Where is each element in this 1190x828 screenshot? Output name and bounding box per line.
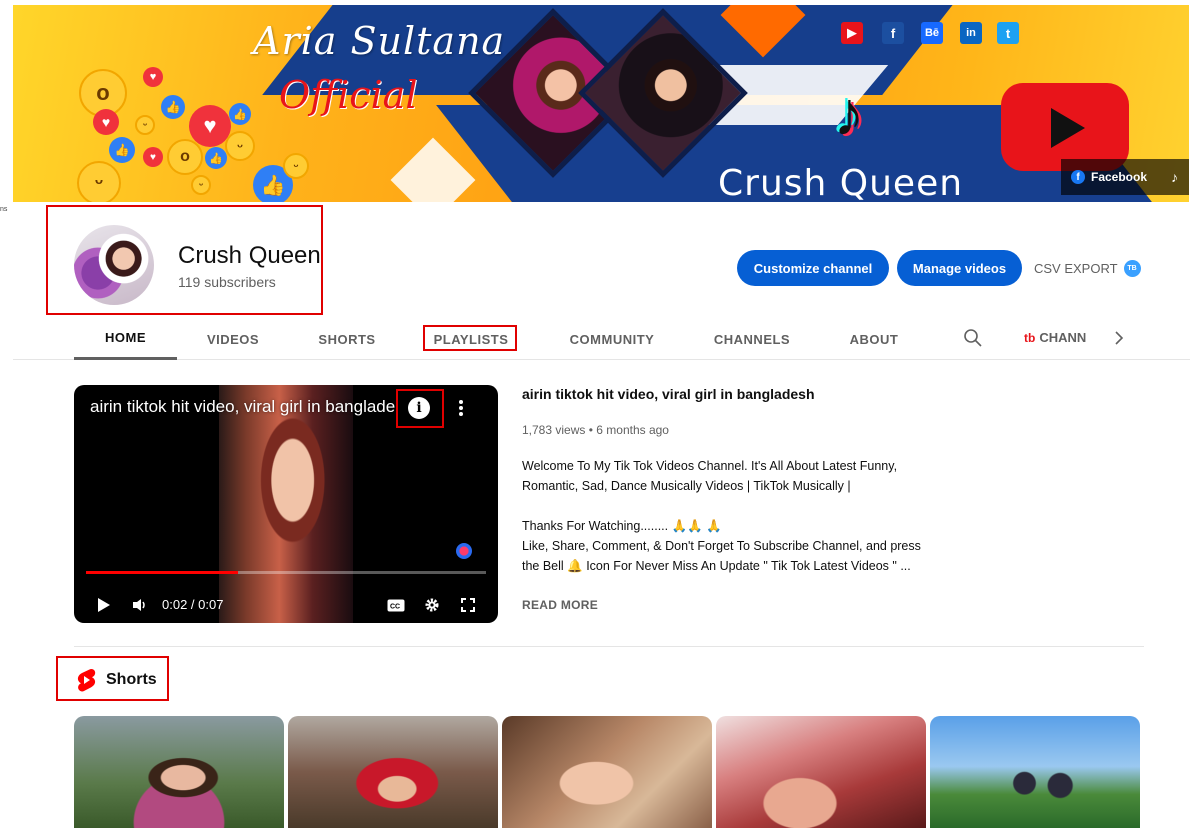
- featured-video-title[interactable]: airin tiktok hit video, viral girl in ba…: [522, 386, 815, 402]
- youtube-logo-icon: [1001, 83, 1129, 171]
- video-player[interactable]: airin tiktok hit video, viral girl in ba…: [74, 385, 498, 623]
- chevron-right-icon[interactable]: [1109, 328, 1129, 348]
- tab-shorts[interactable]: SHORTS: [305, 318, 389, 360]
- banner-link-label[interactable]: Facebook: [1091, 170, 1147, 184]
- laugh-emoji-icon: ᵕ: [135, 115, 155, 135]
- banner-name: Crush Queen: [718, 163, 964, 202]
- banner-stripe: [390, 137, 476, 202]
- channel-banner: o ♥ 👍 ♥ ᵕ ♥ 👍 👍 ♥ o 👍 ᵕ ᵕ ᵕ 👍 ᵕ Aria Sul…: [13, 5, 1189, 202]
- view-count: 1,783 views: [522, 423, 586, 437]
- tab-about[interactable]: ABOUT: [843, 318, 905, 360]
- subscriber-count: 119 subscribers: [178, 273, 276, 290]
- tubebuddy-icon: tb: [1024, 330, 1036, 345]
- progress-bar[interactable]: [86, 571, 486, 574]
- info-icon[interactable]: i: [408, 397, 430, 419]
- featured-video-description: Welcome To My Tik Tok Videos Channel. It…: [522, 459, 921, 573]
- featured-video-meta: 1,783 views • 6 months ago: [522, 423, 669, 437]
- short-thumbnail[interactable]: [502, 716, 712, 828]
- upload-age: 6 months ago: [596, 423, 669, 437]
- banner-subtitle: Official: [279, 73, 418, 117]
- channel-tabs: HOME VIDEOS SHORTS PLAYLISTS COMMUNITY C…: [13, 318, 1190, 360]
- tab-community[interactable]: COMMUNITY: [561, 318, 663, 360]
- like-emoji-icon: 👍: [161, 95, 185, 119]
- shorts-heading: Shorts: [106, 671, 157, 688]
- banner-links[interactable]: f Facebook ♪: [1061, 159, 1189, 195]
- tab-playlists[interactable]: PLAYLISTS: [425, 318, 517, 360]
- read-more-link[interactable]: READ MORE: [522, 598, 598, 612]
- video-time: 0:02 / 0:07: [162, 597, 224, 612]
- video-frame: [219, 385, 353, 623]
- channel-avatar[interactable]: [74, 225, 154, 305]
- fullscreen-icon[interactable]: [458, 593, 478, 617]
- laugh-emoji-icon: ᵕ: [77, 161, 121, 202]
- youtube-icon: ▶: [841, 22, 863, 44]
- like-emoji-icon: 👍: [229, 103, 251, 125]
- search-icon[interactable]: [963, 328, 983, 348]
- channel-name: Crush Queen: [178, 241, 321, 269]
- tab-home[interactable]: HOME: [74, 318, 177, 360]
- facebook-icon: f: [1071, 170, 1085, 184]
- tubebuddy-icon: TB: [1123, 260, 1141, 277]
- more-options-icon[interactable]: [454, 397, 468, 419]
- short-thumbnail[interactable]: [288, 716, 498, 828]
- edge-text: ns: [0, 206, 8, 213]
- svg-text:CC: CC: [390, 603, 400, 610]
- csv-export-button[interactable]: CSV EXPORT TB: [1034, 260, 1141, 277]
- captions-icon[interactable]: CC: [386, 593, 406, 617]
- tab-videos[interactable]: VIDEOS: [193, 318, 273, 360]
- settings-gear-icon[interactable]: [422, 593, 442, 617]
- shorts-section-header: Shorts: [76, 668, 157, 692]
- short-thumbnail[interactable]: [74, 716, 284, 828]
- behance-icon: Bē: [921, 22, 943, 44]
- tiktok-icon: ♪: [833, 80, 865, 149]
- tab-channels[interactable]: CHANNELS: [707, 318, 797, 360]
- section-divider: [74, 646, 1144, 647]
- heart-emoji-icon: ♥: [93, 109, 119, 135]
- play-icon[interactable]: [94, 593, 114, 617]
- meta-separator: •: [588, 423, 593, 437]
- csv-export-label[interactable]: CSV EXPORT: [1034, 261, 1118, 276]
- like-emoji-icon: 👍: [109, 137, 135, 163]
- like-emoji-icon: 👍: [205, 147, 227, 169]
- watermark-icon: [456, 543, 472, 559]
- tab-tubebuddy-label: CHANN: [1039, 330, 1087, 345]
- banner-title: Aria Sultana: [253, 19, 506, 63]
- tab-tubebuddy-channel[interactable]: tb CHANN: [1024, 330, 1102, 345]
- shorts-logo-icon: [77, 669, 96, 692]
- laugh-emoji-icon: ᵕ: [283, 153, 309, 179]
- wow-emoji-icon: o: [167, 139, 203, 175]
- tiktok-icon[interactable]: ♪: [1171, 169, 1178, 185]
- customize-channel-button[interactable]: Customize channel: [737, 250, 889, 286]
- channel-text: Crush Queen 119 subscribers: [178, 241, 321, 290]
- progress-fill: [86, 571, 238, 574]
- facebook-icon: f: [882, 22, 904, 44]
- volume-icon[interactable]: [130, 593, 150, 617]
- laugh-emoji-icon: ᵕ: [225, 131, 255, 161]
- player-title[interactable]: airin tiktok hit video, viral girl in ba…: [90, 397, 400, 417]
- laugh-emoji-icon: ᵕ: [191, 175, 211, 195]
- short-thumbnail[interactable]: [930, 716, 1140, 828]
- twitter-icon: t: [997, 22, 1019, 44]
- short-thumbnail[interactable]: [716, 716, 926, 828]
- linkedin-icon: in: [960, 22, 982, 44]
- heart-emoji-icon: ♥: [143, 147, 163, 167]
- heart-emoji-icon: ♥: [143, 67, 163, 87]
- channel-info: Crush Queen 119 subscribers: [74, 225, 321, 305]
- manage-videos-button[interactable]: Manage videos: [897, 250, 1022, 286]
